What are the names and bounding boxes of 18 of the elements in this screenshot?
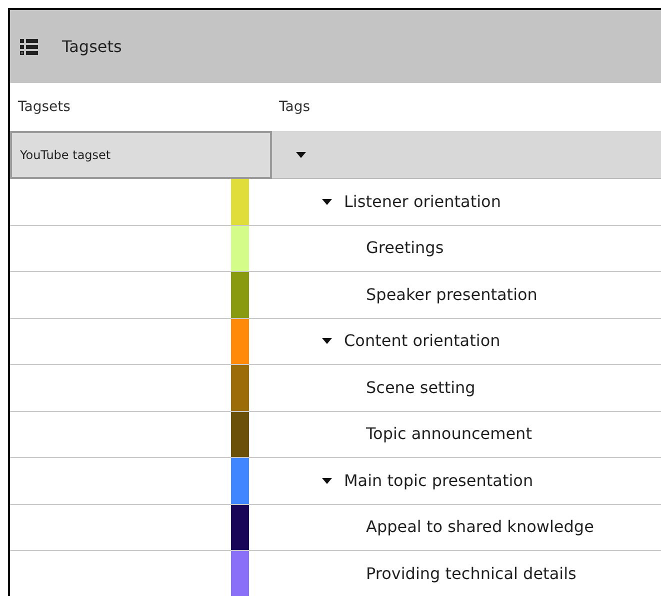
tag-label[interactable]: Content orientation xyxy=(344,329,500,354)
tag-label[interactable]: Speaker presentation xyxy=(366,282,538,307)
tag-label[interactable]: Topic announcement xyxy=(366,422,532,446)
list-icon xyxy=(20,38,38,56)
panel-title: Tagsets xyxy=(62,36,122,58)
caret-icon[interactable] xyxy=(322,198,332,205)
caret-icon[interactable] xyxy=(322,478,332,484)
tag-label[interactable]: Scene setting xyxy=(366,376,476,400)
tag-label[interactable]: Greetings xyxy=(366,236,444,260)
tag-label[interactable]: Main topic presentation xyxy=(344,468,534,493)
tag-label[interactable]: Providing technical details xyxy=(366,562,576,586)
column-header: Tagsets xyxy=(18,98,70,114)
column-header: Tags xyxy=(279,98,310,114)
tagset-field[interactable]: YouTube tagset xyxy=(10,130,272,178)
tag-label[interactable]: Listener orientation xyxy=(344,190,501,214)
caret-icon[interactable] xyxy=(322,338,332,344)
caret-icon[interactable] xyxy=(296,152,306,158)
tag-label[interactable]: Appeal to shared knowledge xyxy=(366,515,594,540)
